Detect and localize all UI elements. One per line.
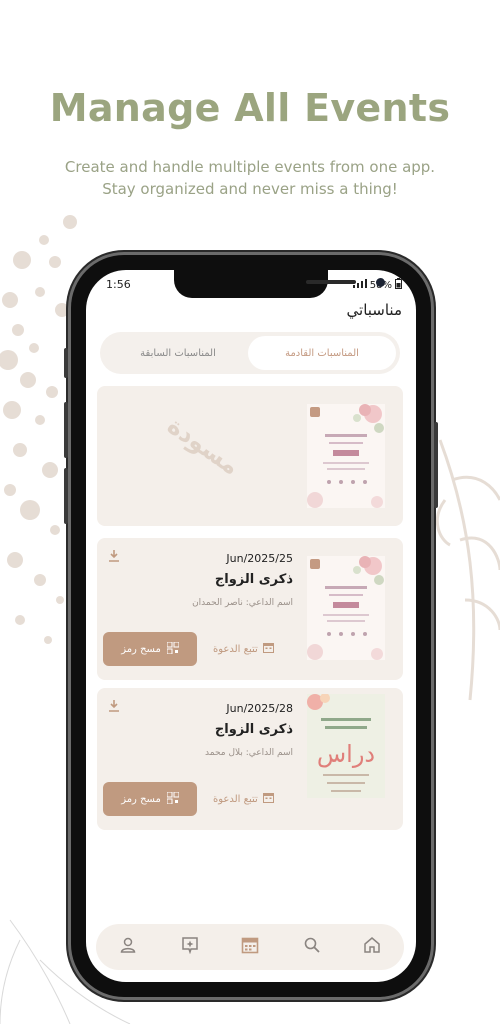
draft-event-card[interactable]: مسودة [97, 386, 403, 526]
calendar-icon [241, 936, 259, 958]
event-date: Jun/2025/25 [226, 552, 293, 565]
svg-text:ﺩﺭﺍﺱ: ﺩﺭﺍﺱ [317, 740, 375, 768]
event-card[interactable]: Jun/2025/28 ذكرى الزواج اسم الداعي: بلال… [97, 688, 403, 830]
track-invitation-link[interactable]: تتبع الدعوة [213, 792, 274, 806]
battery-icon [395, 278, 402, 292]
sparkle-message-icon [181, 936, 199, 958]
volume-down-button [64, 468, 68, 524]
speaker-grille [306, 280, 356, 284]
invitation-thumbnail [307, 404, 385, 508]
nav-profile[interactable] [116, 935, 140, 959]
page-title: مناسباتي [346, 301, 402, 319]
nav-search[interactable] [300, 935, 324, 959]
scan-code-button[interactable]: مسح رمز [103, 782, 197, 816]
home-icon [363, 936, 381, 958]
tab-upcoming-events[interactable]: المناسبات القادمة [248, 336, 396, 370]
search-icon [303, 936, 321, 958]
track-invitation-label: تتبع الدعوة [213, 643, 258, 655]
nav-messages[interactable] [178, 935, 202, 959]
volume-up-button [64, 402, 68, 458]
phone-frame: 1:56 58% مناسباتي المناسبات القادمة المن… [64, 252, 438, 1000]
qr-code-icon [166, 641, 180, 657]
invitation-thumbnail: ﺩﺭﺍﺱ [307, 694, 385, 798]
front-camera [376, 278, 385, 287]
calendar-icon [262, 792, 274, 806]
nav-events[interactable] [238, 935, 262, 959]
promo-subtitle-line2: Stay organized and never miss a thing! [102, 180, 398, 198]
scan-code-label: مسح رمز [121, 793, 161, 805]
scan-code-label: مسح رمز [121, 643, 161, 655]
promo-subtitle: Create and handle multiple events from o… [0, 156, 500, 200]
bottom-navigation [96, 924, 404, 970]
invitation-thumbnail [307, 556, 385, 660]
nav-home[interactable] [360, 935, 384, 959]
invitation-tag-icon [310, 407, 320, 417]
qr-code-icon [166, 791, 180, 807]
power-button [434, 422, 438, 508]
profile-icon [119, 936, 137, 958]
event-card[interactable]: Jun/2025/25 ذكرى الزواج اسم الداعي: ناصر… [97, 538, 403, 680]
status-time: 1:56 [106, 278, 131, 291]
tab-past-events[interactable]: المناسبات السابقة [104, 336, 252, 370]
download-icon[interactable] [107, 548, 121, 562]
event-host: اسم الداعي: ناصر الحمدان [192, 598, 293, 608]
mute-button [64, 348, 68, 378]
draft-watermark: مسودة [162, 411, 245, 481]
download-icon[interactable] [107, 698, 121, 712]
event-date: Jun/2025/28 [226, 702, 293, 715]
events-tabs: المناسبات القادمة المناسبات السابقة [100, 332, 400, 374]
promo-subtitle-line1: Create and handle multiple events from o… [64, 158, 436, 176]
phone-notch [174, 270, 385, 298]
event-name: ذكرى الزواج [214, 722, 293, 737]
track-invitation-label: تتبع الدعوة [213, 793, 258, 805]
event-host: اسم الداعي: بلال محمد [205, 748, 293, 758]
scan-code-button[interactable]: مسح رمز [103, 632, 197, 666]
track-invitation-link[interactable]: تتبع الدعوة [213, 642, 274, 656]
phone-screen: 1:56 58% مناسباتي المناسبات القادمة المن… [86, 270, 416, 982]
promo-title: Manage All Events [49, 86, 451, 130]
calendar-icon [262, 642, 274, 656]
event-name: ذكرى الزواج [214, 572, 293, 587]
invitation-tag-icon [310, 559, 320, 569]
